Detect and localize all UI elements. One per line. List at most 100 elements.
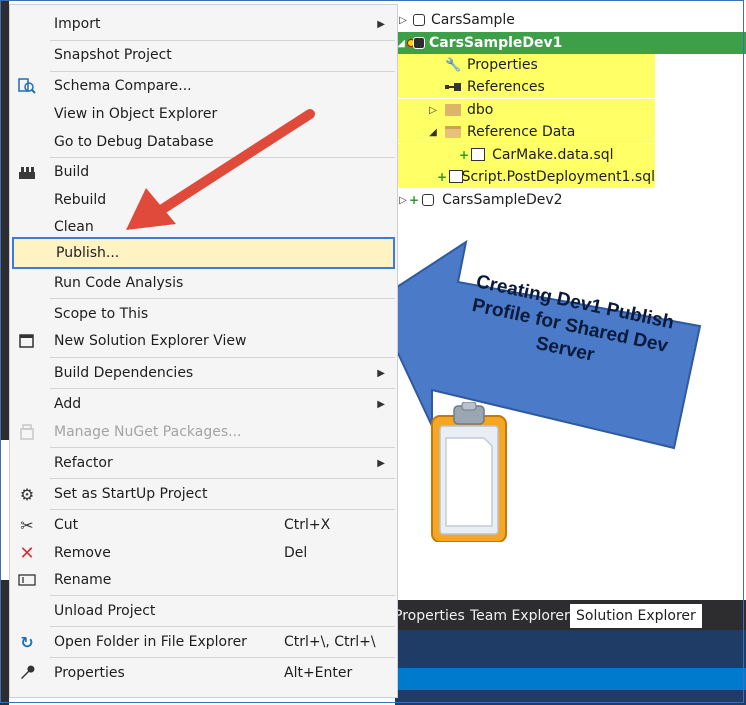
- pending-add-icon: +: [409, 193, 420, 207]
- tree-node-reference-data[interactable]: ◢ Reference Data: [395, 121, 655, 143]
- database-project-icon: [407, 36, 425, 50]
- menu-item-label: Build Dependencies: [54, 365, 194, 381]
- tree-node-carssampledev1[interactable]: ◢ CarsSampleDev1: [395, 32, 746, 54]
- menu-item-rename[interactable]: Rename: [10, 567, 397, 593]
- tree-node-label: dbo: [467, 102, 494, 118]
- ide-status-bar: [395, 668, 746, 690]
- expand-arrow-icon[interactable]: ▷: [397, 15, 409, 26]
- menu-item-label: Rename: [54, 572, 112, 588]
- menu-item-shortcut: Del: [284, 545, 308, 561]
- menu-item-label: Open Folder in File Explorer: [54, 634, 247, 650]
- menu-item-remove[interactable]: ✕ Remove Del: [10, 540, 397, 566]
- menu-separator: [50, 626, 395, 627]
- expand-arrow-icon[interactable]: ▷: [421, 105, 445, 116]
- tree-node-dbo[interactable]: ▷ dbo: [395, 99, 655, 121]
- menu-item-label: Import: [54, 16, 101, 32]
- menu-separator: [50, 478, 395, 479]
- menu-item-shortcut: Ctrl+\, Ctrl+\: [284, 634, 376, 650]
- tree-node-label: Script.PostDeployment1.sql: [461, 169, 655, 185]
- menu-item-manage-nuget-packages[interactable]: Manage NuGet Packages...: [10, 419, 397, 445]
- tree-node-label: CarMake.data.sql: [492, 147, 614, 163]
- menu-item-label: Remove: [54, 545, 111, 561]
- menu-item-refactor[interactable]: Refactor ▶: [10, 450, 397, 476]
- menu-item-label: Schema Compare...: [54, 78, 192, 94]
- menu-item-label: New Solution Explorer View: [54, 333, 247, 349]
- submenu-arrow-icon: ▶: [377, 457, 385, 469]
- sql-file-icon: [470, 148, 486, 162]
- submenu-arrow-icon: ▶: [377, 367, 385, 379]
- gear-icon: ⚙: [19, 484, 35, 504]
- menu-item-label: Properties: [54, 665, 125, 681]
- menu-item-shortcut: Alt+Enter: [284, 665, 353, 681]
- menu-item-scope-to-this[interactable]: Scope to This: [10, 301, 397, 327]
- open-folder-icon: [445, 125, 461, 139]
- tree-node-properties[interactable]: 🔧 Properties: [395, 54, 655, 76]
- annotation-arrow: [126, 109, 315, 230]
- menu-separator: [50, 657, 395, 658]
- menu-item-label: Publish...: [56, 245, 120, 261]
- menu-item-label: Rebuild: [54, 192, 107, 208]
- menu-item-run-code-analysis[interactable]: Run Code Analysis: [10, 270, 397, 296]
- menu-separator: [50, 447, 395, 448]
- tree-node-postdeployment-sql[interactable]: + Script.PostDeployment1.sql: [395, 166, 655, 188]
- menu-separator: [50, 298, 395, 299]
- menu-item-label: Run Code Analysis: [54, 275, 184, 291]
- references-icon: [445, 80, 461, 94]
- menu-item-label: Manage NuGet Packages...: [54, 424, 242, 440]
- tree-node-label: CarsSampleDev2: [442, 192, 563, 208]
- scissors-icon: ✂: [20, 515, 34, 535]
- menu-item-label: Clean: [54, 219, 94, 235]
- wrench-icon: 🔧: [445, 58, 462, 73]
- schema-compare-icon: [16, 75, 38, 97]
- tab-team-explorer[interactable]: Team Explorer: [464, 604, 576, 628]
- tree-node-label: References: [467, 79, 545, 95]
- menu-item-build-dependencies[interactable]: Build Dependencies ▶: [10, 360, 397, 386]
- menu-item-publish[interactable]: Publish...: [12, 237, 395, 269]
- menu-item-label: Cut: [54, 517, 79, 533]
- tree-node-label: Properties: [467, 57, 538, 73]
- menu-item-label: Unload Project: [54, 603, 156, 619]
- menu-item-open-folder[interactable]: ↻ Open Folder in File Explorer Ctrl+\, C…: [10, 629, 397, 655]
- menu-item-label: Build: [54, 164, 90, 180]
- remove-x-icon: ✕: [19, 542, 35, 564]
- menu-item-unload-project[interactable]: Unload Project: [10, 598, 397, 624]
- build-icon: [16, 161, 38, 183]
- nuget-icon: [16, 421, 38, 443]
- tree-node-carmake-sql[interactable]: + CarMake.data.sql: [395, 144, 655, 166]
- collapse-arrow-icon[interactable]: ◢: [421, 127, 445, 138]
- rename-icon: [16, 569, 38, 591]
- menu-item-schema-compare[interactable]: Schema Compare...: [10, 73, 397, 99]
- menu-item-snapshot-project[interactable]: Snapshot Project: [10, 42, 397, 68]
- menu-item-shortcut: Ctrl+X: [284, 517, 331, 533]
- menu-separator: [50, 388, 395, 389]
- tree-node-carssample[interactable]: ▷ CarsSample: [397, 9, 746, 31]
- menu-item-import[interactable]: Import ▶: [10, 11, 397, 37]
- pending-add-icon: +: [459, 148, 470, 162]
- expand-arrow-icon[interactable]: ▷: [397, 195, 409, 206]
- folder-icon: [445, 103, 461, 117]
- menu-item-label: Set as StartUp Project: [54, 486, 208, 502]
- menu-item-properties[interactable]: Properties Alt+Enter: [10, 660, 397, 686]
- tree-node-carssampledev2[interactable]: ▷ + CarsSampleDev2: [397, 189, 746, 211]
- ide-background-panel: [0, 440, 9, 580]
- menu-separator: [50, 40, 395, 41]
- folder-refresh-icon: ↻: [20, 632, 34, 652]
- tab-properties[interactable]: Properties: [388, 604, 471, 628]
- wrench-icon: [16, 662, 38, 684]
- menu-separator: [50, 509, 395, 510]
- tree-node-references[interactable]: References: [395, 76, 655, 98]
- menu-item-cut[interactable]: ✂ Cut Ctrl+X: [10, 512, 397, 538]
- publish-clipboard-icon: [431, 402, 507, 542]
- tree-node-label: CarsSampleDev1: [429, 35, 563, 51]
- tree-node-label: CarsSample: [431, 12, 515, 28]
- menu-item-new-solution-explorer-view[interactable]: New Solution Explorer View: [10, 328, 397, 354]
- menu-item-label: Add: [54, 396, 82, 412]
- menu-separator: [50, 595, 395, 596]
- sql-file-icon: [448, 170, 464, 184]
- tab-solution-explorer[interactable]: Solution Explorer: [570, 604, 702, 628]
- menu-item-set-startup-project[interactable]: ⚙ Set as StartUp Project: [10, 481, 397, 507]
- menu-item-add[interactable]: Add ▶: [10, 391, 397, 417]
- database-project-icon: [409, 13, 425, 27]
- database-project-icon: [420, 193, 436, 207]
- menu-separator: [50, 71, 395, 72]
